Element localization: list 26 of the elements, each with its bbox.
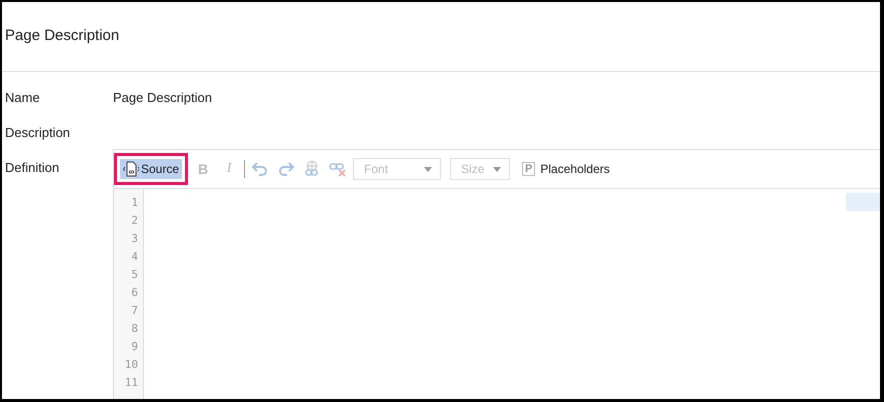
field-label: Definition xyxy=(4,159,60,177)
field-label: Description xyxy=(4,124,72,142)
line-number: 11 xyxy=(124,375,138,391)
line-number: 6 xyxy=(131,285,138,301)
line-number: 3 xyxy=(131,231,138,247)
source-button[interactable]: Source xyxy=(120,159,182,179)
caret-icon xyxy=(424,166,432,172)
line-number: 8 xyxy=(131,321,138,337)
page-title: Page Description xyxy=(5,27,120,44)
line-number: 9 xyxy=(131,339,138,355)
field-value: Page Description xyxy=(113,89,212,107)
placeholders-button[interactable]: P Placeholders xyxy=(519,160,613,178)
line-number: 10 xyxy=(124,357,138,373)
line-number: 4 xyxy=(131,249,138,265)
line-number: 2 xyxy=(131,213,138,229)
code-document-icon xyxy=(123,161,139,177)
line-number: 7 xyxy=(131,303,138,319)
field-label: Name xyxy=(4,89,41,107)
line-number: 1 xyxy=(131,195,138,211)
unlink-icon xyxy=(329,160,348,178)
undo-icon xyxy=(251,161,270,177)
placeholder-icon: P xyxy=(522,162,536,176)
active-line-highlight xyxy=(846,193,880,211)
caret-icon xyxy=(493,166,502,172)
line-number: 5 xyxy=(131,267,138,283)
redo-icon xyxy=(277,161,296,177)
